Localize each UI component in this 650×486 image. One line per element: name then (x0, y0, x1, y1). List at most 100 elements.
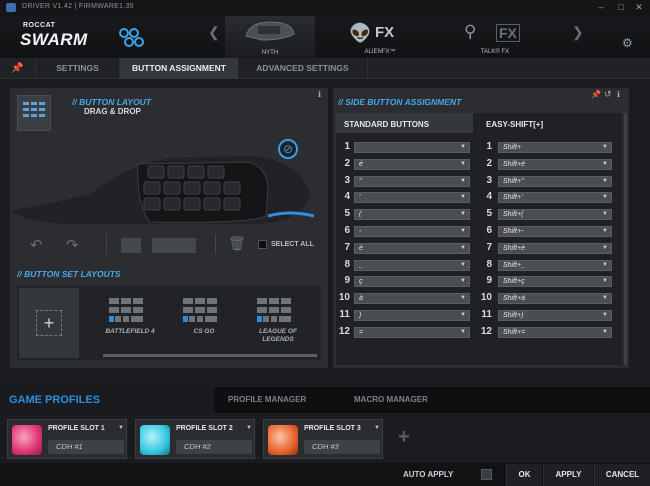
minimize-icon[interactable]: – (594, 2, 608, 13)
button-layout-panel: ℹ // BUTTON LAYOUT DRAG & DROP ⊘ ↶ ↷ 🗑 S… (10, 88, 328, 368)
info-icon[interactable]: ℹ (318, 90, 321, 99)
easy-shift-dropdown[interactable]: Shift+ç ▼ (498, 276, 612, 288)
trash-icon[interactable]: 🗑 (228, 235, 246, 252)
tab-advanced-settings[interactable]: ADVANCED SETTINGS (238, 58, 368, 79)
chevron-down-icon: ▼ (602, 244, 608, 251)
macro-manager-tab[interactable]: MACRO MANAGER (354, 395, 428, 404)
chevron-down-icon[interactable]: ▼ (374, 425, 380, 431)
row-number: 12 (338, 325, 350, 337)
easy-shift-dropdown[interactable]: Shift+è ▼ (498, 242, 612, 254)
add-set-button[interactable]: + (19, 288, 79, 358)
profile-manager-tab[interactable]: PROFILE MANAGER (228, 395, 306, 404)
standard-button-dropdown[interactable]: (▼ (354, 209, 470, 221)
redo-icon[interactable]: ↷ (66, 236, 79, 254)
easy-shift-dropdown[interactable]: Shift+- ▼ (498, 226, 612, 237)
standard-button-dropdown[interactable]: ç ▼ (354, 276, 470, 288)
standard-button-dropdown[interactable]: " ▼ (354, 175, 470, 187)
standard-button-dropdown[interactable]: é ▼ (354, 158, 470, 170)
dropdown-value: ) (359, 312, 362, 319)
standard-button-dropdown[interactable]: à ▼ (354, 293, 470, 305)
easy-shift-dropdown[interactable]: Shift+" ▼ (498, 175, 612, 187)
easy-shift-dropdown[interactable]: Shift+é ▼ (498, 158, 612, 170)
undo-icon[interactable]: ↶ (30, 236, 43, 254)
horizontal-scrollbar[interactable] (103, 354, 317, 357)
copy-button[interactable] (121, 238, 141, 253)
assignment-table: STANDARD BUTTONS EASY-SHIFT[+] 1 ▼ 1 Shift+… (336, 113, 622, 365)
standard-button-dropdown[interactable]: = ▼ (354, 326, 470, 338)
select-all-checkbox[interactable] (258, 240, 267, 249)
disable-icon[interactable]: ⊘ (278, 139, 298, 159)
device-alienfx[interactable]: 👽 FX ALIENFX™ (335, 19, 425, 57)
chevron-down-icon[interactable]: ▼ (246, 425, 252, 431)
easy-shift-dropdown[interactable]: Shift+) ▼ (498, 310, 612, 321)
carousel-next-icon[interactable]: ❯ (572, 24, 584, 41)
info-icon[interactable]: ℹ (617, 90, 620, 99)
profile-name-field[interactable]: CDH #2 (176, 440, 252, 454)
easy-shift-dropdown[interactable]: Shift+' ▼ (498, 192, 612, 204)
standard-button-dropdown[interactable]: ) ▼ (354, 310, 470, 321)
profile-slot-3[interactable]: PROFILE SLOT 3 ▼ CDH #3 (263, 419, 383, 459)
profile-name-field[interactable]: CDH #1 (48, 440, 124, 454)
add-profile-icon[interactable]: + (398, 426, 410, 449)
close-icon[interactable]: ✕ (632, 2, 646, 13)
chevron-down-icon: ▼ (602, 194, 608, 201)
maximize-icon[interactable]: □ (614, 2, 628, 13)
title-bar: DRIVER V1.42 | FIRMWARE1.35 – □ ✕ (0, 0, 650, 16)
chevron-down-icon[interactable]: ▼ (118, 425, 124, 431)
dropdown-value: ç (359, 278, 363, 286)
reset-icon[interactable]: ↺ (604, 89, 612, 100)
ok-button[interactable]: OK (506, 464, 542, 486)
gear-icon[interactable]: ⚙ (622, 36, 633, 50)
row-number: 2 (344, 157, 350, 169)
dropdown-value: Shift+" (503, 177, 524, 185)
vertical-scrollbar[interactable] (624, 113, 627, 365)
cancel-button[interactable]: CANCEL (594, 464, 650, 486)
drag-drop-label: DRAG & DROP (84, 107, 141, 116)
row-number: 7 (486, 241, 492, 253)
chevron-down-icon: ▼ (460, 194, 466, 201)
dropdown-value: à (359, 295, 363, 303)
profile-slot-2[interactable]: PROFILE SLOT 2 ▼ CDH #2 (135, 419, 255, 459)
easy-shift-dropdown[interactable]: Shift+(▼ (498, 209, 612, 221)
profile-slot-1[interactable]: PROFILE SLOT 1 ▼ CDH #1 (7, 419, 127, 459)
chevron-down-icon: ▼ (460, 211, 466, 218)
profile-name-field[interactable]: CDH #3 (304, 440, 380, 454)
tab-button-assignment[interactable]: BUTTON ASSIGNMENT (120, 58, 238, 79)
apply-button[interactable]: APPLY (543, 464, 593, 486)
button-set-item[interactable]: CS GO (169, 296, 239, 352)
dropdown-value: - (359, 228, 362, 235)
standard-button-dropdown[interactable]: _ ▼ (354, 259, 470, 271)
dropdown-value: _ (359, 261, 363, 269)
standard-button-dropdown[interactable]: ' ▼ (354, 192, 470, 204)
paste-button[interactable] (152, 238, 196, 253)
mouse-side-illustration (12, 156, 315, 224)
chevron-down-icon: ▼ (460, 261, 466, 268)
profile-cube-icon (12, 425, 42, 455)
chevron-down-icon: ▼ (460, 160, 466, 167)
standard-button-dropdown[interactable]: - ▼ (354, 226, 470, 237)
button-set-item[interactable]: BATTLEFIELD 4 (95, 296, 165, 352)
device-label: ALIENFX™ (364, 49, 396, 55)
auto-apply-checkbox[interactable] (481, 469, 492, 480)
row-number: 1 (344, 141, 350, 152)
pin-icon[interactable]: 📌 (591, 90, 601, 99)
easy-shift-dropdown[interactable]: Shift+à ▼ (498, 293, 612, 305)
set-layout-icon (109, 298, 143, 322)
button-set-list: + BATTLEFIELD 4 CS GO LEAGUE OF LEGENDS (17, 286, 321, 360)
device-nyth[interactable]: NYTH (225, 16, 315, 58)
device-talkfx[interactable]: ⚲ FX TALK® FX (450, 19, 540, 57)
easy-shift-dropdown[interactable]: Shift+= ▼ (498, 326, 612, 338)
game-profiles-bar: GAME PROFILES PROFILE MANAGER MACRO MANA… (0, 387, 650, 413)
easy-shift-header: EASY-SHIFT[+] (486, 120, 544, 129)
row-number: 1 (486, 141, 492, 152)
tab-settings[interactable]: SETTINGS (36, 58, 120, 79)
easy-shift-dropdown[interactable]: Shift+ ▼ (498, 142, 612, 153)
dropdown-value: Shift+ (503, 144, 522, 151)
easy-shift-dropdown[interactable]: Shift+_ ▼ (498, 259, 612, 271)
standard-button-dropdown[interactable]: è ▼ (354, 242, 470, 254)
button-set-item[interactable]: LEAGUE OF LEGENDS (243, 296, 313, 352)
carousel-prev-icon[interactable]: ❮ (208, 24, 220, 41)
row-number: 4 (486, 191, 492, 203)
standard-button-dropdown[interactable]: ▼ (354, 142, 470, 153)
pin-icon[interactable]: 📌 (0, 58, 36, 79)
